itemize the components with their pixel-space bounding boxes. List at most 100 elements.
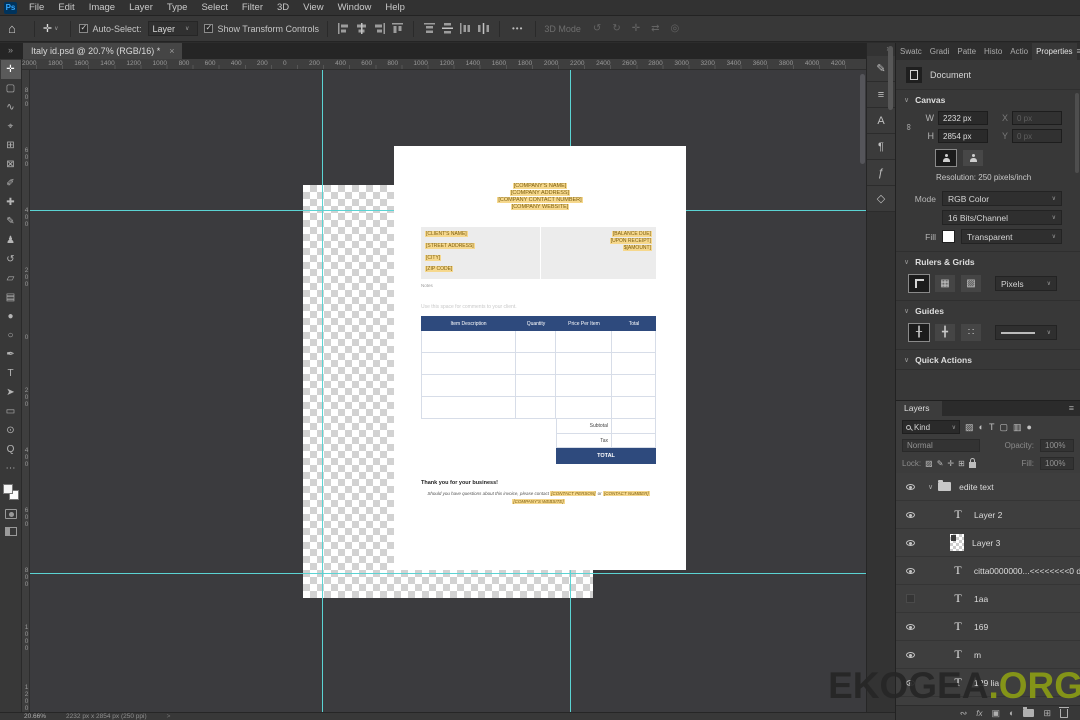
tool-dodge[interactable]: ○ <box>1 326 21 345</box>
link-layers-icon[interactable]: ∾ <box>960 708 968 719</box>
align-center-horizontal-icon[interactable] <box>356 23 367 34</box>
tool-gradient[interactable]: ▤ <box>1 288 21 307</box>
distribute-horizontal-center-icon[interactable] <box>477 23 489 34</box>
zoom-level[interactable]: 20.66% <box>24 713 46 720</box>
tool-more[interactable]: ⋯ <box>1 459 21 478</box>
toggle-grid-button[interactable]: ▦ <box>935 275 955 292</box>
canvas-pasteboard[interactable]: [COMPANY'S NAME] [COMPANY ADDRESS] [COMPAN… <box>30 70 866 712</box>
toggle-rulers-button[interactable] <box>908 274 930 293</box>
width-input[interactable]: 2232 px <box>938 111 988 125</box>
distribute-horizontal-left-icon[interactable] <box>459 23 471 34</box>
layer-row[interactable]: ∨ T citta0000000...<<<<<<<<0 d <box>896 557 1080 585</box>
screen-mode-icon[interactable] <box>4 527 17 536</box>
new-group-icon[interactable] <box>1023 707 1035 717</box>
tool-shape[interactable]: ▭ <box>1 402 21 421</box>
visibility-toggle[interactable] <box>902 511 918 518</box>
panel-tab[interactable]: Actio <box>1006 43 1032 60</box>
panel-tab[interactable]: Histo <box>980 43 1006 60</box>
tool-frame[interactable]: ⊠ <box>1 155 21 174</box>
menu-item[interactable]: Filter <box>235 2 270 13</box>
distribute-vertical-top-icon[interactable] <box>423 23 435 34</box>
layer-row[interactable]: ∨ T Layer 2 <box>896 501 1080 529</box>
visibility-toggle[interactable] <box>902 651 918 658</box>
canvas-scrollbar[interactable] <box>860 74 865 164</box>
clear-guides-button[interactable]: ∷ <box>961 324 981 341</box>
fill-input[interactable]: 100% <box>1040 457 1074 470</box>
layer-name[interactable]: citta0000000...<<<<<<<<0 d <box>974 566 1080 576</box>
lock-pixels-icon[interactable]: ✎ <box>937 459 944 468</box>
guide-horizontal[interactable] <box>30 573 866 574</box>
menu-item[interactable]: Window <box>331 2 379 13</box>
tool-zoom[interactable]: Q <box>1 440 21 459</box>
opacity-input[interactable]: 100% <box>1040 439 1074 452</box>
filter-image-icon[interactable]: ▨ <box>965 422 974 433</box>
move-tool-icon[interactable]: ✛ <box>43 22 52 35</box>
canvas-section-header[interactable]: ∨ Canvas <box>896 89 1080 109</box>
tool-history-brush[interactable]: ↺ <box>1 250 21 269</box>
bit-depth-dropdown[interactable]: 16 Bits/Channel ∨ <box>942 210 1062 225</box>
guide-vertical[interactable] <box>322 70 323 712</box>
fill-dropdown[interactable]: Transparent ∨ <box>961 229 1062 244</box>
align-left-icon[interactable] <box>337 23 349 34</box>
layer-name[interactable]: m <box>974 650 981 660</box>
lock-guides-button[interactable]: ╋ <box>935 324 955 341</box>
tool-crop[interactable]: ⊞ <box>1 136 21 155</box>
filter-shape-icon[interactable]: ▢ <box>999 422 1008 433</box>
character-panel-icon[interactable]: A <box>867 108 895 134</box>
layer-row[interactable]: ∨ T 1aa <box>896 585 1080 613</box>
properties-scrollbar[interactable] <box>1075 93 1079 173</box>
more-options-icon[interactable]: ••• <box>512 24 523 33</box>
slide-3d-icon[interactable]: ⇄ <box>651 23 659 34</box>
glyphs-panel-icon[interactable]: ƒ <box>867 160 895 186</box>
tool-blur[interactable]: ● <box>1 307 21 326</box>
guide-style-dropdown[interactable]: ∨ <box>995 325 1057 340</box>
toggle-guides-button[interactable]: ╂ <box>908 323 930 342</box>
tool-lasso[interactable]: ∿ <box>1 98 21 117</box>
menu-item[interactable]: File <box>22 2 51 13</box>
filter-adjustment-icon[interactable]: ◐ <box>979 422 984 432</box>
tool-pen[interactable]: ✒ <box>1 345 21 364</box>
panel-tab[interactable]: Gradi <box>926 43 954 60</box>
visibility-toggle[interactable] <box>902 483 918 490</box>
pan-3d-icon[interactable]: ✛ <box>632 23 640 34</box>
tool-type[interactable]: T <box>1 364 21 383</box>
status-chevron-icon[interactable]: > <box>167 713 171 720</box>
layer-effects-icon[interactable]: fx <box>976 709 982 718</box>
foreground-background-swatches[interactable] <box>2 484 19 500</box>
tool-rotate-view[interactable]: ⊙ <box>1 421 21 440</box>
layers-tab[interactable]: Layers <box>896 401 942 416</box>
orbit-3d-icon[interactable]: ↺ <box>593 23 601 34</box>
tool-eyedropper[interactable]: ✐ <box>1 174 21 193</box>
auto-select-target-dropdown[interactable]: Layer ∨ <box>147 21 199 36</box>
menu-item[interactable]: Help <box>378 2 412 13</box>
vertical-ruler[interactable]: 800 600 400 200 0 200 400 600 800 1000 1200 <box>22 70 30 712</box>
visibility-toggle[interactable] <box>902 623 918 630</box>
layer-name[interactable]: 1aa <box>974 594 988 604</box>
menu-item[interactable]: Image <box>82 2 122 13</box>
x-input[interactable]: 0 px <box>1012 111 1062 125</box>
lock-all-icon[interactable] <box>968 458 976 468</box>
layer-row[interactable]: ∨ T 169 <box>896 613 1080 641</box>
quick-mask-icon[interactable] <box>4 509 17 519</box>
layer-name[interactable]: edite text <box>959 482 994 492</box>
new-layer-icon[interactable]: ⊞ <box>1043 708 1051 719</box>
visibility-toggle[interactable] <box>902 594 918 603</box>
delete-layer-icon[interactable] <box>1059 706 1069 718</box>
invoice-page[interactable]: [COMPANY'S NAME] [COMPANY ADDRESS] [COMPAN… <box>394 146 686 570</box>
home-icon[interactable]: ⌂ <box>8 21 16 36</box>
panel-tab[interactable]: Swatc <box>896 43 926 60</box>
tool-marquee[interactable]: ▢ <box>1 79 21 98</box>
visibility-toggle[interactable] <box>902 539 918 546</box>
layer-filter-kind-dropdown[interactable]: Kind ∨ <box>902 420 960 434</box>
layer-row[interactable]: ∨ T edite text <box>896 473 1080 501</box>
show-transform-checkbox[interactable] <box>204 23 214 33</box>
layer-name[interactable]: 169 <box>974 622 988 632</box>
layer-name[interactable]: Layer 2 <box>974 510 1002 520</box>
tool-eraser[interactable]: ▱ <box>1 269 21 288</box>
blend-mode-dropdown[interactable]: Normal <box>902 439 980 452</box>
align-right-icon[interactable] <box>374 23 385 34</box>
visibility-toggle[interactable] <box>902 567 918 574</box>
document-tab[interactable]: Italy id.psd @ 20.7% (RGB/16) * × <box>23 43 183 59</box>
panel-menu-icon[interactable]: ≡ <box>1077 43 1080 60</box>
distribute-vertical-center-icon[interactable] <box>441 23 453 34</box>
